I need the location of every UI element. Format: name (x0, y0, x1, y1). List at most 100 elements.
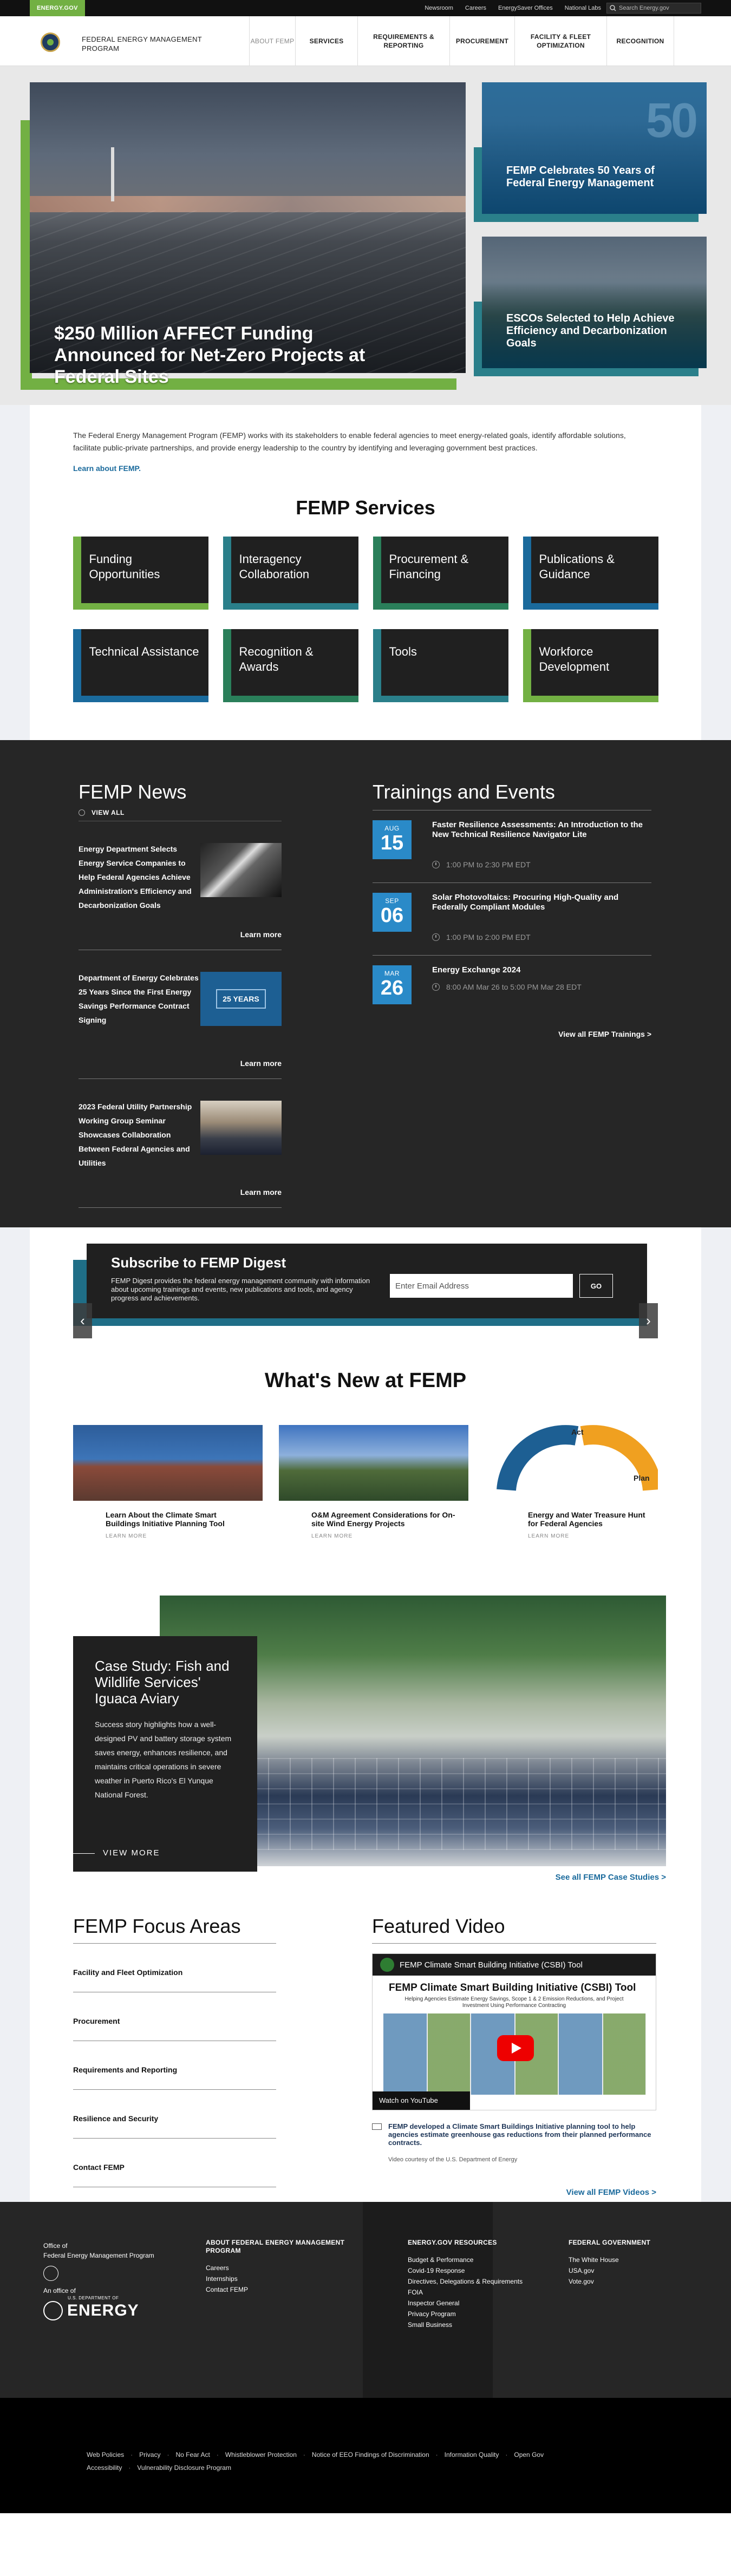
service-card-label[interactable]: Workforce Development (531, 629, 658, 696)
learn-more-link[interactable]: Learn more (240, 1059, 282, 1068)
carousel-slide[interactable]: Act Plan Check Energy and Water Treasure… (495, 1425, 658, 1555)
service-card[interactable]: Recognition & Awards (223, 629, 358, 702)
event-item[interactable]: AUG 15 Faster Resilience Assessments: An… (373, 810, 651, 883)
all-case-studies-link[interactable]: See all FEMP Case Studies > (556, 1873, 666, 1882)
search-input[interactable] (619, 5, 697, 11)
subscribe-go-button[interactable]: GO (579, 1274, 613, 1298)
service-card-label[interactable]: Procurement & Financing (381, 537, 508, 603)
footer-link[interactable]: Directives, Delegations & Requirements (408, 2276, 527, 2287)
nav-procurement[interactable]: Procurement (449, 16, 514, 66)
event-title[interactable]: Faster Resilience Assessments: An Introd… (432, 820, 646, 840)
focus-item-resilience[interactable]: Resilience and Security (73, 2090, 276, 2139)
legal-link[interactable]: Accessibility (87, 2464, 122, 2472)
focus-item-facility-fleet[interactable]: Facility and Fleet Optimization (73, 1944, 276, 1992)
service-card[interactable]: Workforce Development (523, 629, 658, 702)
footer-link[interactable]: FOIA (408, 2287, 527, 2298)
energysaver-link[interactable]: EnergySaver Offices (498, 5, 553, 11)
side-card-title[interactable]: FEMP Celebrates 50 Years of Federal Ener… (506, 165, 696, 189)
site-title[interactable]: Federal Energy Management Program (82, 35, 223, 53)
play-button-icon[interactable] (497, 2035, 534, 2061)
service-card-label[interactable]: Funding Opportunities (81, 537, 208, 603)
service-card-label[interactable]: Tools (381, 629, 508, 696)
all-videos-link[interactable]: View all FEMP Videos > (566, 2188, 656, 2197)
carousel-prev-arrow-icon[interactable]: ‹ (73, 1303, 92, 1338)
carousel-next-arrow-icon[interactable]: › (639, 1303, 658, 1338)
side-card-title[interactable]: ESCOs Selected to Help Achieve Efficienc… (506, 312, 696, 350)
news-item-text[interactable]: Energy Department Selects Energy Service… (79, 842, 200, 912)
careers-link[interactable]: Careers (465, 5, 486, 11)
service-card-label[interactable]: Recognition & Awards (231, 629, 358, 696)
slide-learn-more[interactable]: LEARN MORE (73, 1528, 263, 1539)
footer-link[interactable]: Contact FEMP (206, 2284, 347, 2295)
learn-more-link[interactable]: Learn more (240, 1188, 282, 1197)
nav-about-femp[interactable]: About FEMP (249, 16, 295, 66)
footer-social-icon[interactable] (43, 2266, 58, 2281)
view-more-button[interactable]: VIEW MORE (103, 1848, 160, 1858)
event-item[interactable]: MAR 26 Energy Exchange 2024 8:00 AM Mar … (373, 956, 651, 1019)
footer-office-name[interactable]: Federal Energy Management Program (43, 2251, 168, 2260)
legal-link[interactable]: Notice of EEO Findings of Discrimination (312, 2451, 429, 2459)
side-card-escos[interactable]: ESCOs Selected to Help Achieve Efficienc… (482, 237, 707, 368)
footer-link[interactable]: Internships (206, 2273, 347, 2284)
service-card-label[interactable]: Interagency Collaboration (231, 537, 358, 603)
service-card[interactable]: Technical Assistance (73, 629, 208, 702)
news-item-text[interactable]: 2023 Federal Utility Partnership Working… (79, 1100, 200, 1170)
side-card-femp-50-years[interactable]: 50 FEMP Celebrates 50 Years of Federal E… (482, 82, 707, 214)
footer-link[interactable]: Budget & Performance (408, 2254, 527, 2265)
legal-link[interactable]: Privacy (139, 2451, 160, 2459)
service-card[interactable]: Funding Opportunities (73, 537, 208, 610)
footer-link[interactable]: Inspector General (408, 2298, 527, 2309)
legal-link[interactable]: Web Policies (87, 2451, 124, 2459)
service-card[interactable]: Publications & Guidance (523, 537, 658, 610)
watch-on-youtube-button[interactable]: Watch on YouTube (373, 2091, 470, 2110)
service-card[interactable]: Procurement & Financing (373, 537, 508, 610)
nav-services[interactable]: Services (295, 16, 357, 66)
view-all-news-link[interactable]: VIEW ALL (79, 809, 282, 821)
nav-facility-fleet[interactable]: Facility & Fleet Optimization (514, 16, 606, 66)
footer-link[interactable]: Vote.gov (569, 2276, 677, 2287)
nav-recognition[interactable]: Recognition (606, 16, 674, 66)
video-player[interactable]: FEMP Climate Smart Building Initiative (… (372, 1953, 656, 2110)
service-card[interactable]: Interagency Collaboration (223, 537, 358, 610)
slide-learn-more[interactable]: LEARN MORE (495, 1528, 658, 1539)
event-item[interactable]: SEP 06 Solar Photovoltaics: Procuring Hi… (373, 883, 651, 956)
slide-title[interactable]: O&M Agreement Considerations for On-site… (279, 1501, 468, 1528)
service-card-label[interactable]: Technical Assistance (81, 629, 208, 696)
footer-link[interactable]: Privacy Program (408, 2309, 527, 2319)
email-field[interactable] (390, 1274, 573, 1298)
energy-gov-link[interactable]: ENERGY.GOV (30, 0, 85, 16)
newsroom-link[interactable]: Newsroom (425, 5, 453, 11)
focus-item-contact[interactable]: Contact FEMP (73, 2139, 276, 2187)
news-item[interactable]: 2023 Federal Utility Partnership Working… (79, 1079, 282, 1208)
learn-more-link[interactable]: Learn more (240, 930, 282, 939)
news-item-text[interactable]: Department of Energy Celebrates 25 Years… (79, 971, 200, 1027)
doe-seal-icon[interactable] (41, 32, 60, 52)
event-title[interactable]: Energy Exchange 2024 (432, 965, 646, 975)
legal-link[interactable]: Whistleblower Protection (225, 2451, 297, 2459)
news-item[interactable]: Department of Energy Celebrates 25 Years… (79, 950, 282, 1079)
search-icon[interactable] (607, 3, 619, 14)
carousel-slide[interactable]: O&M Agreement Considerations for On-site… (279, 1425, 468, 1555)
slide-title[interactable]: Learn About the Climate Smart Buildings … (73, 1501, 263, 1528)
legal-link[interactable]: No Fear Act (175, 2451, 210, 2459)
legal-link[interactable]: Open Gov (514, 2451, 544, 2459)
hero-title[interactable]: $250 Million AFFECT Funding Announced fo… (54, 323, 390, 388)
service-card[interactable]: Tools (373, 629, 508, 702)
footer-link[interactable]: The White House (569, 2254, 677, 2265)
focus-item-procurement[interactable]: Procurement (73, 1992, 276, 2041)
footer-link[interactable]: Careers (206, 2263, 347, 2273)
view-all-trainings-link[interactable]: View all FEMP Trainings > (368, 1030, 651, 1038)
national-labs-link[interactable]: National Labs (565, 5, 601, 11)
legal-link[interactable]: Vulnerability Disclosure Program (137, 2464, 231, 2472)
focus-item-requirements[interactable]: Requirements and Reporting (73, 2041, 276, 2090)
slide-learn-more[interactable]: LEARN MORE (279, 1528, 468, 1539)
footer-link[interactable]: USA.gov (569, 2265, 677, 2276)
footer-link[interactable]: Small Business (408, 2319, 527, 2330)
doe-logo[interactable]: U.S. DEPARTMENT OF ENERGY (43, 2296, 139, 2320)
news-item[interactable]: Energy Department Selects Energy Service… (79, 821, 282, 950)
footer-link[interactable]: Covid-19 Response (408, 2265, 527, 2276)
service-card-label[interactable]: Publications & Guidance (531, 537, 658, 603)
legal-link[interactable]: Information Quality (445, 2451, 499, 2459)
carousel-slide[interactable]: Learn About the Climate Smart Buildings … (73, 1425, 263, 1555)
event-title[interactable]: Solar Photovoltaics: Procuring High-Qual… (432, 893, 646, 912)
